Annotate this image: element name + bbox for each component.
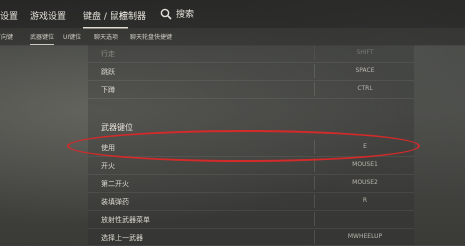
key-binding[interactable]: MOUSE2 xyxy=(314,176,415,190)
sub-navigation-bar: 方向键 武器键位 UI键位 聊天选项 聊天轮盘快捷键 xyxy=(0,28,465,46)
keybind-row[interactable]: 选择上一武器 MWHEELUP xyxy=(88,229,414,246)
tab-controller[interactable]: 控制器 xyxy=(119,9,146,22)
key-binding[interactable]: R xyxy=(314,194,415,208)
key-binding[interactable] xyxy=(314,212,415,226)
action-label: 装填弹药 xyxy=(101,198,129,206)
subtab-weapon-keys[interactable]: 武器键位 xyxy=(30,32,55,45)
highlight-ellipse xyxy=(67,130,420,162)
key-binding[interactable]: SPACE xyxy=(314,64,415,78)
tab-game-settings-2[interactable]: 游戏设置 xyxy=(30,9,66,22)
search-icon xyxy=(160,8,172,20)
keybind-row[interactable]: 放射性武器菜单 xyxy=(88,211,414,229)
search-button[interactable]: 搜索 xyxy=(160,7,194,20)
keybind-row[interactable]: 下蹲 CTRL xyxy=(88,81,414,99)
action-label: 跳跃 xyxy=(101,68,115,76)
search-label: 搜索 xyxy=(176,10,195,20)
action-label: 放射性武器菜单 xyxy=(101,216,150,224)
tab-game-settings-1[interactable]: 游戏设置 xyxy=(0,9,18,22)
keybind-row[interactable]: 装填弹药 R xyxy=(88,193,414,211)
subtab-direction-keys[interactable]: 方向键 xyxy=(0,32,13,41)
keybind-row[interactable]: 行走 SHIFT xyxy=(88,45,414,63)
top-navigation-bar xyxy=(0,0,465,28)
subtab-ui-keys[interactable]: UI键位 xyxy=(63,32,81,41)
action-label: 行走 xyxy=(101,50,115,58)
section-heading-weapon-keys: 武器键位 xyxy=(101,123,133,132)
subtab-chat-wheel-hotkeys[interactable]: 聊天轮盘快捷键 xyxy=(130,32,172,41)
key-binding[interactable]: SHIFT xyxy=(314,46,415,60)
subtab-chat-options[interactable]: 聊天选项 xyxy=(94,32,118,41)
key-binding[interactable]: MOUSE1 xyxy=(314,158,415,172)
key-binding[interactable]: CTRL xyxy=(314,82,415,96)
action-label: 下蹲 xyxy=(101,86,115,94)
action-label: 第二开火 xyxy=(101,180,129,188)
action-label: 选择上一武器 xyxy=(101,234,143,242)
action-label: 开火 xyxy=(101,162,115,170)
key-binding[interactable]: MWHEELUP xyxy=(314,230,415,244)
keybind-row[interactable]: 第二开火 MOUSE2 xyxy=(88,175,414,193)
keybind-row[interactable]: 跳跃 SPACE xyxy=(88,63,414,81)
